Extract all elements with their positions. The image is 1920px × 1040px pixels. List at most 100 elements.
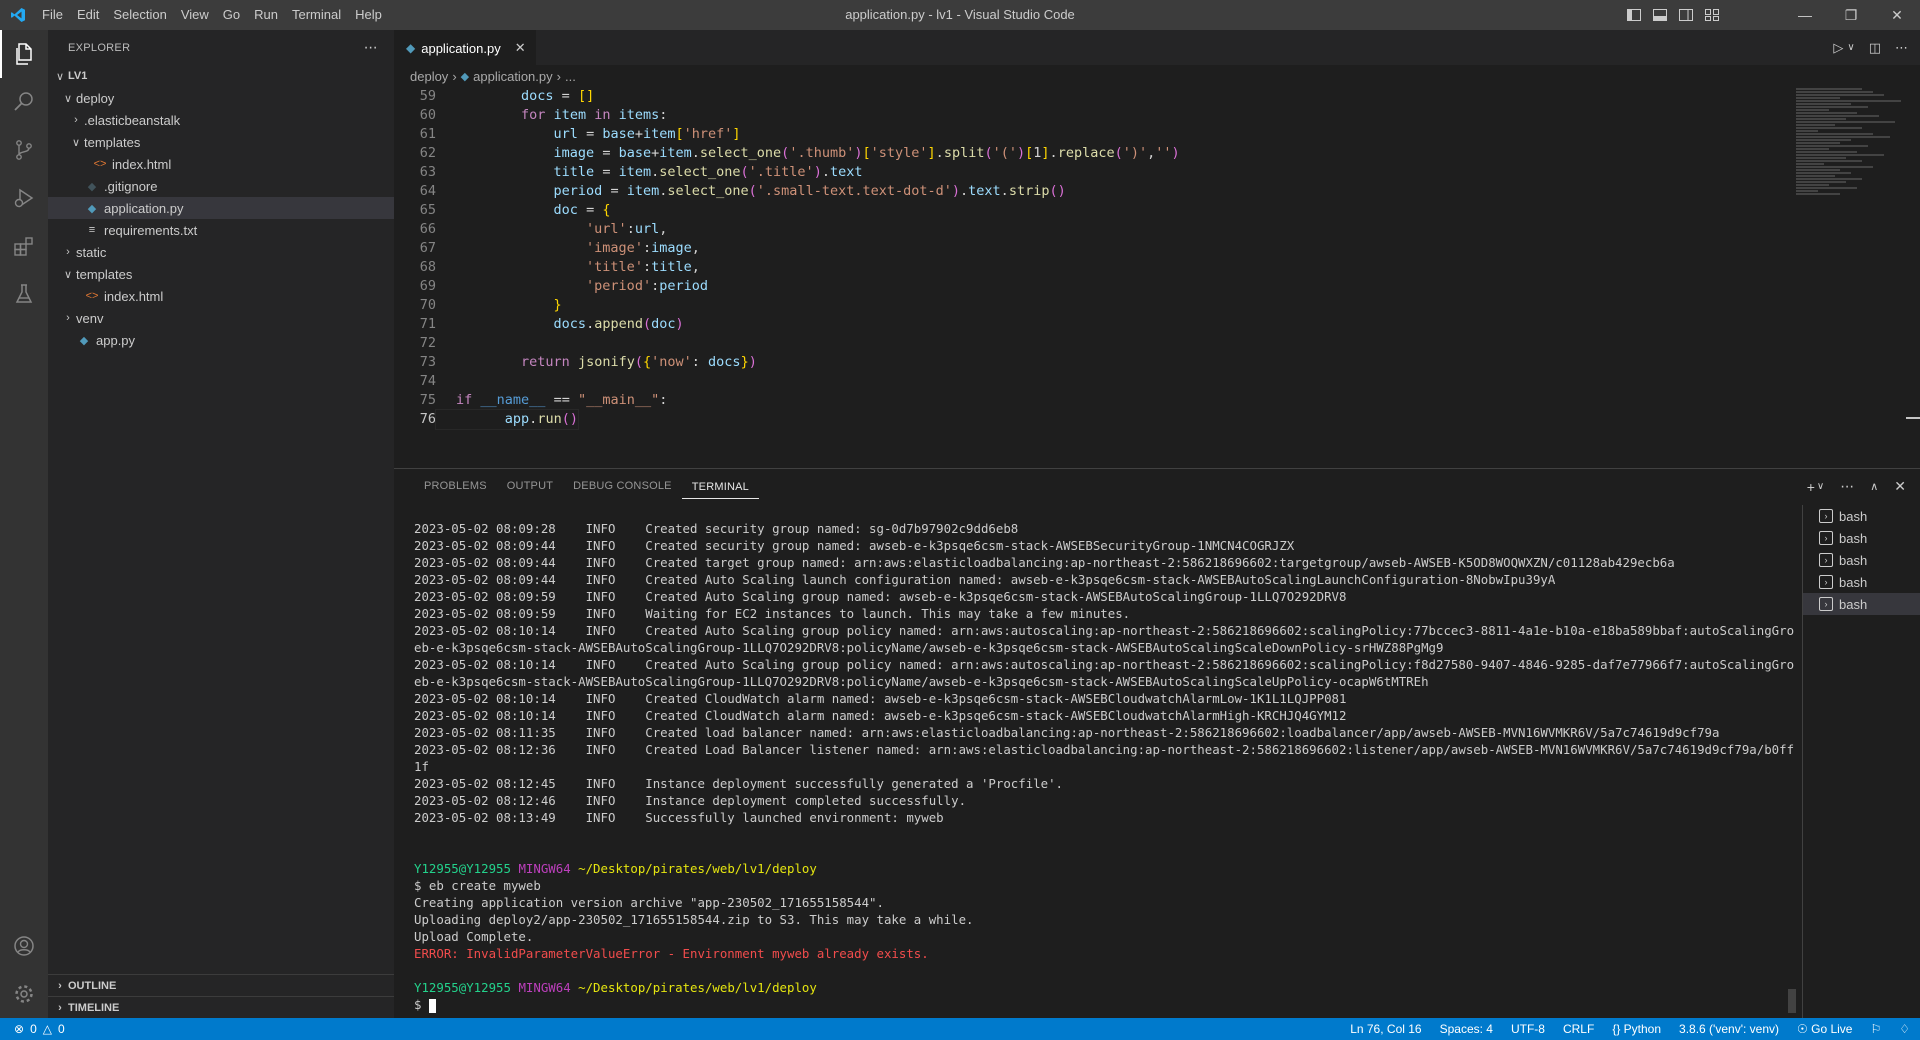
breadcrumb-symbol[interactable]: ... (565, 69, 576, 84)
terminal-line: 2023-05-02 08:13:49 INFO Successfully la… (414, 809, 1794, 826)
tree-item[interactable]: ◆ .gitignore (48, 175, 394, 197)
indentation[interactable]: Spaces: 4 (1440, 1022, 1493, 1036)
tree-item[interactable]: <> index.html (48, 285, 394, 307)
language-mode[interactable]: {} Python (1612, 1022, 1661, 1036)
terminal-instance-label: bash (1839, 574, 1868, 590)
tree-item[interactable]: › venv (48, 307, 394, 329)
cursor-position[interactable]: Ln 76, Col 16 (1350, 1022, 1421, 1036)
minimap-line (1796, 88, 1862, 90)
menu-run[interactable]: Run (247, 0, 285, 30)
settings-gear-icon (15, 985, 33, 1003)
terminal-text: 2023-05-02 08:09:59 INFO Waiting for EC2… (414, 606, 1131, 621)
close-window-icon[interactable]: ✕ (1874, 0, 1920, 30)
terminal-text: eb-e-k3psqe6csm-stack-AWSEBAutoScalingGr… (414, 640, 1444, 655)
extensions-button[interactable] (0, 222, 48, 270)
close-panel-icon[interactable]: ✕ (1894, 478, 1906, 495)
workspace-root[interactable]: ∨ LV1 (48, 65, 394, 87)
notifications-bell-icon[interactable]: ♢ (1899, 1022, 1910, 1036)
minimize-icon[interactable]: — (1782, 0, 1828, 30)
menu-selection[interactable]: Selection (106, 0, 173, 30)
terminal-line: 2023-05-02 08:09:28 INFO Created securit… (414, 520, 1794, 537)
tree-item[interactable]: ≡ requirements.txt (48, 219, 394, 241)
feedback-icon[interactable]: ⚐ (1870, 1022, 1881, 1036)
minimap[interactable] (1796, 87, 1906, 257)
menu-go[interactable]: Go (216, 0, 247, 30)
split-editor-icon[interactable]: ◫ (1869, 40, 1881, 56)
terminal-instance[interactable]: › bash (1803, 505, 1920, 527)
tab-problems[interactable]: PROBLEMS (414, 469, 497, 504)
minimap-line (1796, 118, 1846, 120)
terminal-instance[interactable]: › bash (1803, 593, 1920, 615)
close-tab-icon[interactable]: ✕ (515, 40, 526, 56)
python-interpreter[interactable]: 3.8.6 ('venv': venv) (1679, 1022, 1779, 1036)
editor-scrollbar[interactable] (1906, 87, 1920, 467)
tree-item-label: static (76, 244, 107, 260)
encoding[interactable]: UTF-8 (1511, 1022, 1545, 1036)
more-actions-icon[interactable]: ⋯ (364, 39, 378, 56)
breadcrumb-file[interactable]: application.py (473, 69, 553, 84)
tree-item[interactable]: ∨ templates (48, 131, 394, 153)
layout-controls (1626, 7, 1720, 23)
run-python-file-icon[interactable]: ▷ (1833, 40, 1843, 56)
toggle-primary-sidebar-icon[interactable] (1626, 7, 1642, 23)
go-live-button[interactable]: ☉ Go Live (1797, 1022, 1852, 1036)
tree-item[interactable]: ∨ deploy (48, 87, 394, 109)
tab-output[interactable]: OUTPUT (497, 469, 563, 504)
minimap-line (1796, 142, 1840, 144)
tree-item[interactable]: <> index.html (48, 153, 394, 175)
search-button[interactable] (0, 78, 48, 126)
tree-item[interactable]: ◆ application.py (48, 197, 394, 219)
terminal-line: eb-e-k3psqe6csm-stack-AWSEBAutoScalingGr… (414, 673, 1794, 690)
menu-file[interactable]: File (35, 0, 70, 30)
end-of-line[interactable]: CRLF (1563, 1022, 1594, 1036)
file-tree: ∨ deploy › .elasticbeanstalk ∨ templates <> ind… (48, 87, 394, 351)
menu-edit[interactable]: Edit (70, 0, 106, 30)
terminal-instance[interactable]: › bash (1803, 527, 1920, 549)
code-editor[interactable]: 59 docs = [] 60 for item in items: 61 url … (394, 87, 1784, 467)
breadcrumb-folder[interactable]: deploy (410, 69, 448, 84)
minimap-line (1796, 187, 1857, 189)
toggle-panel-icon[interactable] (1652, 7, 1668, 23)
tree-item[interactable]: › .elasticbeanstalk (48, 109, 394, 131)
explorer-button[interactable] (0, 30, 48, 78)
source-control-button[interactable] (0, 126, 48, 174)
terminal-line: 1f (414, 758, 1794, 775)
new-terminal-icon[interactable]: + (1807, 479, 1815, 495)
code-line: 75 if __name__ == "__main__": (394, 391, 1784, 410)
outline-section[interactable]: › OUTLINE (48, 974, 394, 996)
tree-item[interactable]: ∨ templates (48, 263, 394, 285)
maximize-panel-icon[interactable]: ∧ (1870, 480, 1878, 493)
tab-terminal[interactable]: TERMINAL (681, 475, 759, 499)
tab-application-py[interactable]: ◆ application.py ✕ (394, 30, 536, 65)
panel-more-actions-icon[interactable]: ⋯ (1840, 478, 1854, 495)
editor-area: ◆ application.py ✕ ▷ ∨ ◫ ⋯ deploy › ◆ ap… (394, 30, 1920, 468)
terminal-line: 2023-05-02 08:10:14 INFO Created Auto Sc… (414, 622, 1794, 639)
run-dropdown-chevron-icon[interactable]: ∨ (1847, 42, 1854, 53)
terminal-icon: › (1819, 531, 1833, 545)
testing-button[interactable] (0, 270, 48, 318)
terminal-instance[interactable]: › bash (1803, 549, 1920, 571)
editor-more-actions-icon[interactable]: ⋯ (1895, 40, 1908, 56)
chevron-down-icon: ∨ (63, 92, 73, 105)
menu-help[interactable]: Help (348, 0, 389, 30)
customize-layout-icon[interactable] (1704, 7, 1720, 23)
restore-icon[interactable]: ❐ (1828, 0, 1874, 30)
terminal-instance[interactable]: › bash (1803, 571, 1920, 593)
minimap-line (1796, 97, 1840, 99)
tab-debug-console[interactable]: DEBUG CONSOLE (563, 469, 682, 504)
menu-view[interactable]: View (174, 0, 216, 30)
manage-button[interactable] (0, 970, 48, 1018)
timeline-section[interactable]: › TIMELINE (48, 996, 394, 1018)
accounts-button[interactable] (0, 922, 48, 970)
terminal-output[interactable]: 2023-05-02 08:09:28 INFO Created securit… (414, 520, 1794, 1013)
run-debug-button[interactable] (0, 174, 48, 222)
terminal-dropdown-chevron-icon[interactable]: ∨ (1817, 481, 1824, 492)
line-number: 75 (419, 392, 436, 408)
menu-terminal[interactable]: Terminal (285, 0, 348, 30)
problems-status[interactable]: ⊗ 0 △ 0 (0, 1022, 65, 1036)
terminal-scrollbar[interactable] (1788, 989, 1796, 1013)
tree-item[interactable]: ◆ app.py (48, 329, 394, 351)
tree-item[interactable]: › static (48, 241, 394, 263)
toggle-secondary-sidebar-icon[interactable] (1678, 7, 1694, 23)
text-file-icon: ≡ (88, 224, 96, 236)
